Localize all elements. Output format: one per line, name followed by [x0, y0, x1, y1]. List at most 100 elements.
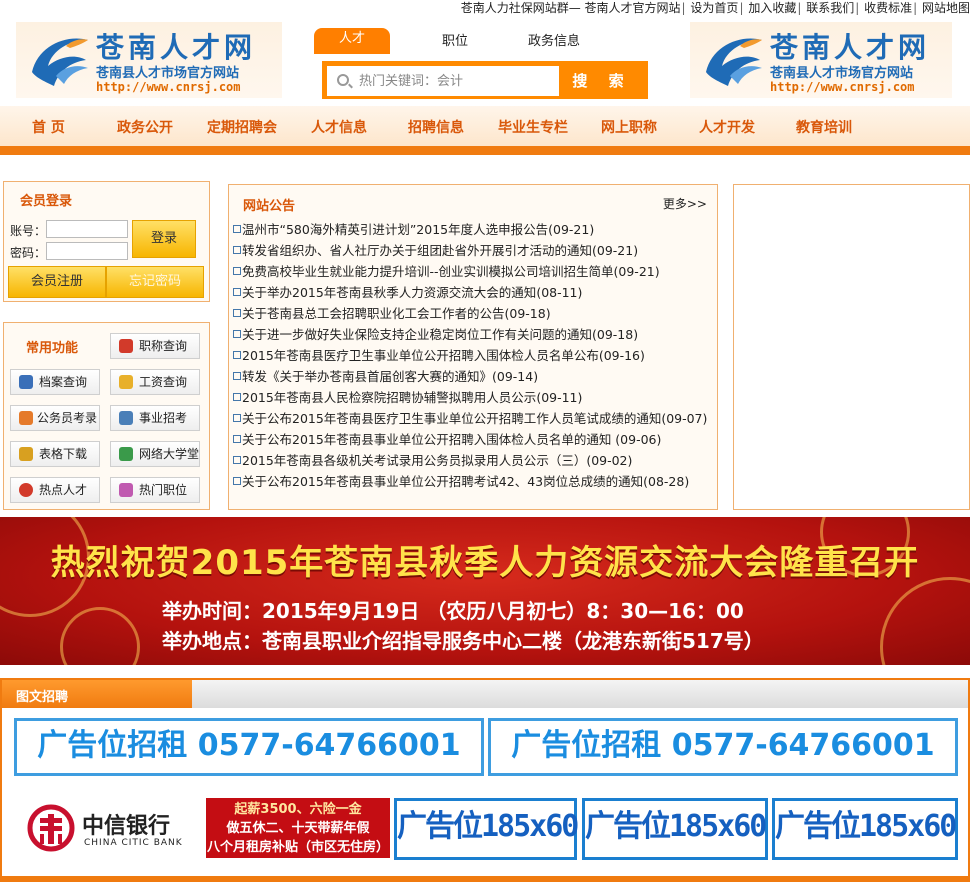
- search-input[interactable]: [359, 70, 555, 92]
- notice-item[interactable]: 免费高校毕业生就业能力提升培训--创业实训模拟公司培训招生简单(09-21): [233, 262, 660, 282]
- nav-graduates[interactable]: 毕业生专栏: [498, 117, 568, 137]
- forgot-password-button[interactable]: 忘记密码: [106, 266, 204, 298]
- func-title-query[interactable]: 职称查询: [110, 333, 200, 359]
- top-link-fees[interactable]: 收费标准: [864, 1, 912, 15]
- ad-slot-small[interactable]: 广告位185x60: [394, 798, 579, 860]
- notice-item[interactable]: 转发《关于举办苍南县首届创客大赛的通知》(09-14): [233, 367, 538, 387]
- medal-icon: [119, 339, 133, 353]
- search-tab-talent[interactable]: 人才: [314, 28, 390, 54]
- search-tab-jobs[interactable]: 职位: [442, 30, 468, 49]
- login-panel: 会员登录 账号： 密码： 登录 会员注册 忘记密码: [3, 181, 210, 302]
- notice-more-link[interactable]: 更多>>: [663, 195, 707, 212]
- person-icon: [119, 411, 133, 425]
- event-banner[interactable]: 热烈祝贺2015年苍南县秋季人力资源交流大会隆重召开 举办时间：2015年9月1…: [0, 517, 970, 665]
- banner-time: 举办时间：2015年9月19日 （农历八月初七）8：30—16：00: [162, 599, 744, 623]
- password-label: 密码：: [10, 246, 47, 260]
- func-hot-talent[interactable]: 热点人才: [10, 477, 100, 503]
- notice-item[interactable]: 2015年苍南县各级机关考试录用公务员拟录用人员公示（三）(09-02): [233, 451, 632, 471]
- citic-bank-ad[interactable]: 中信银行 CHINA CITIC BANK: [16, 798, 204, 858]
- banner-place: 举办地点：苍南县职业介绍指导服务中心二楼（龙港东新街517号）: [162, 629, 764, 653]
- password-input[interactable]: [46, 242, 128, 260]
- search-button[interactable]: 搜 索: [567, 66, 637, 96]
- chat-icon: [19, 411, 33, 425]
- banner-headline: 热烈祝贺2015年苍南县秋季人力资源交流大会隆重召开: [50, 543, 920, 583]
- ad-slot-big[interactable]: 广告位招租 0577-64766001: [488, 718, 958, 776]
- account-input[interactable]: [46, 220, 128, 238]
- notice-item[interactable]: 2015年苍南县医疗卫生事业单位公开招聘入围体检人员名单公布(09-16): [233, 346, 645, 366]
- graphic-recruitment-section: 图文招聘 广告位招租 0577-64766001 广告位招租 0577-6476…: [0, 678, 970, 882]
- notice-item[interactable]: 关于举办2015年苍南县秋季人力资源交流大会的通知(08-11): [233, 283, 582, 303]
- register-button[interactable]: 会员注册: [8, 266, 106, 298]
- coins-icon: [119, 375, 133, 389]
- notice-item[interactable]: 关于苍南县总工会招聘职业化工会工作者的公告(09-18): [233, 304, 551, 324]
- computer-icon: [19, 375, 33, 389]
- right-side-panel: [733, 184, 970, 510]
- bank-name-en: CHINA CITIC BANK: [84, 838, 183, 848]
- logo-url: http://www.cnrsj.com: [96, 80, 241, 94]
- folder-icon: [19, 447, 33, 461]
- nav-divider: [0, 146, 970, 155]
- nav-online-title[interactable]: 网上职称: [601, 117, 657, 137]
- notice-panel: 网站公告 更多>> 温州市“580海外精英引进计划”2015年度人选申报公告(0…: [228, 184, 718, 510]
- logo-title: 苍南人才网: [770, 31, 931, 64]
- promo-line: 做五休二、十天带薪年假: [226, 821, 370, 836]
- func-institution-exam[interactable]: 事业招考: [110, 405, 200, 431]
- ad-header-fill: [192, 680, 968, 708]
- func-civil-exam[interactable]: 公务员考录: [10, 405, 100, 431]
- notice-item[interactable]: 关于公布2015年苍南县事业单位公开招聘考试42、43岗位总成绩的通知(08-2…: [233, 472, 689, 492]
- nav-government[interactable]: 政务公开: [117, 117, 173, 137]
- account-label: 账号：: [10, 224, 47, 238]
- main-nav: 首 页 政务公开 定期招聘会 人才信息 招聘信息 毕业生专栏 网上职称 人才开发…: [0, 106, 970, 146]
- notice-item[interactable]: 关于公布2015年苍南县医疗卫生事业单位公开招聘工作人员笔试成绩的通知(09-0…: [233, 409, 707, 429]
- logo-wave-icon: [706, 38, 762, 86]
- nav-talent-info[interactable]: 人才信息: [311, 117, 367, 137]
- login-title: 会员登录: [20, 194, 73, 209]
- ad-slot-small[interactable]: 广告位185x60: [582, 798, 768, 860]
- top-link-set-home[interactable]: 设为首页: [690, 1, 738, 15]
- promo-line: 起薪3500、六险一金: [234, 802, 362, 817]
- citic-bank-logo-icon: [27, 804, 75, 852]
- func-online-university[interactable]: 网络大学堂: [110, 441, 200, 467]
- notice-item[interactable]: 温州市“580海外精英引进计划”2015年度人选申报公告(09-21): [233, 220, 594, 240]
- bottom-orange-line: [0, 876, 970, 882]
- nav-recruit-info[interactable]: 招聘信息: [408, 117, 464, 137]
- notice-item[interactable]: 转发省组织办、省人社厅办关于组团赴省外开展引才活动的通知(09-21): [233, 241, 638, 261]
- ad-slot-big[interactable]: 广告位招租 0577-64766001: [14, 718, 484, 776]
- notice-item[interactable]: 关于公布2015年苍南县事业单位公开招聘入围体检人员名单的通知 (09-06): [233, 430, 661, 450]
- top-link-sitemap[interactable]: 网站地图: [922, 1, 970, 15]
- search-box: 搜 索: [322, 61, 648, 99]
- top-link-site-group[interactable]: 苍南人力社保网站群— 苍南人才官方网站: [461, 1, 681, 15]
- nav-training[interactable]: 教育培训: [796, 117, 852, 137]
- site-logo-left[interactable]: 苍南人才网 苍南县人才市场官方网站 http://www.cnrsj.com: [16, 22, 282, 98]
- screen-icon: [119, 447, 133, 461]
- flame-icon: [19, 483, 33, 497]
- func-hot-jobs[interactable]: 热门职位: [110, 477, 200, 503]
- bank-name: 中信银行: [82, 813, 171, 839]
- func-form-download[interactable]: 表格下载: [10, 441, 100, 467]
- top-link-contact[interactable]: 联系我们: [806, 1, 854, 15]
- nav-home[interactable]: 首 页: [32, 117, 65, 137]
- logo-url: http://www.cnrsj.com: [770, 80, 915, 94]
- people-icon: [119, 483, 133, 497]
- nav-job-fair[interactable]: 定期招聘会: [207, 117, 277, 137]
- ad-section-title: 图文招聘: [16, 690, 69, 705]
- search-tab-government[interactable]: 政务信息: [528, 30, 580, 49]
- logo-subtitle: 苍南县人才市场官方网站: [770, 66, 914, 81]
- search-field-wrapper: [327, 66, 559, 96]
- search-icon: [337, 74, 349, 86]
- notice-item[interactable]: 关于进一步做好失业保险支持企业稳定岗位工作有关问题的通知(09-18): [233, 325, 638, 345]
- site-logo-right[interactable]: 苍南人才网 苍南县人才市场官方网站 http://www.cnrsj.com: [690, 22, 952, 98]
- functions-title: 常用功能: [26, 341, 79, 356]
- func-salary-query[interactable]: 工资查询: [110, 369, 200, 395]
- bank-promo-ad[interactable]: 起薪3500、六险一金 做五休二、十天带薪年假 八个月租房补贴（市区无住房）: [206, 798, 390, 858]
- func-archive-query[interactable]: 档案查询: [10, 369, 100, 395]
- ad-slot-small[interactable]: 广告位185x60: [772, 798, 958, 860]
- nav-talent-dev[interactable]: 人才开发: [699, 117, 755, 137]
- notice-title: 网站公告: [243, 199, 296, 214]
- banner-ornament: [60, 607, 140, 665]
- top-links-bar: 苍南人力社保网站群— 苍南人才官方网站| 设为首页| 加入收藏| 联系我们| 收…: [460, 1, 970, 15]
- logo-wave-icon: [32, 38, 88, 86]
- login-button[interactable]: 登录: [132, 220, 196, 258]
- notice-item[interactable]: 2015年苍南县人民检察院招聘协辅警拟聘用人员公示(09-11): [233, 388, 582, 408]
- top-link-favorite[interactable]: 加入收藏: [748, 1, 796, 15]
